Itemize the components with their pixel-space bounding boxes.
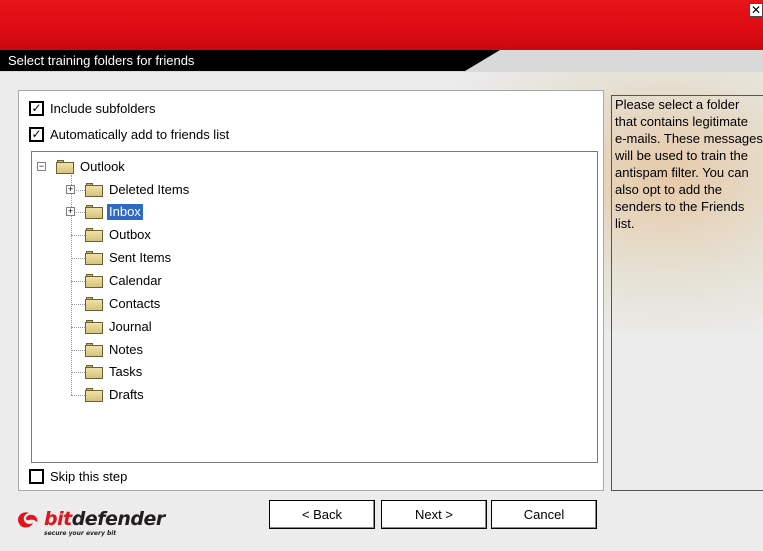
folder-icon bbox=[85, 343, 103, 357]
tree-node-outlook[interactable]: Outlook bbox=[56, 158, 127, 176]
cancel-button[interactable]: Cancel bbox=[491, 500, 597, 529]
folder-icon bbox=[85, 388, 103, 402]
tree-node-label: Drafts bbox=[109, 387, 144, 402]
folder-icon bbox=[85, 183, 103, 197]
tree-connector bbox=[71, 372, 85, 373]
folder-icon bbox=[56, 160, 74, 174]
tree-node-label: Contacts bbox=[109, 296, 161, 311]
skip-step-checkbox[interactable] bbox=[29, 468, 44, 484]
brand-name-part2: defender bbox=[71, 508, 166, 530]
brand-tagline: secure your every bit bbox=[44, 530, 117, 537]
include-subfolders-option[interactable]: ✓ Include subfolders bbox=[29, 99, 156, 117]
folder-icon bbox=[85, 297, 103, 311]
tree-node-outbox[interactable]: Outbox bbox=[85, 226, 153, 244]
bitdefender-logo: bitdefender secure your every bit bbox=[14, 503, 165, 541]
tree-node-tasks[interactable]: Tasks bbox=[85, 363, 144, 381]
folder-icon bbox=[85, 228, 103, 242]
auto-add-friends-option[interactable]: ✓ Automatically add to friends list bbox=[29, 125, 229, 143]
expand-toggle[interactable]: + bbox=[66, 207, 75, 216]
next-button[interactable]: Next > bbox=[381, 500, 487, 529]
tree-node-label: Outlook bbox=[80, 159, 125, 174]
folder-icon bbox=[85, 365, 103, 379]
tree-node-label: Journal bbox=[109, 319, 152, 334]
include-subfolders-label: Include subfolders bbox=[50, 100, 156, 116]
close-icon: ✕ bbox=[750, 3, 762, 17]
auto-add-friends-label: Automatically add to friends list bbox=[50, 126, 230, 142]
back-button[interactable]: < Back bbox=[269, 500, 375, 529]
tree-node-calendar[interactable]: Calendar bbox=[85, 272, 164, 290]
bitdefender-logo-icon bbox=[18, 512, 38, 528]
folder-icon bbox=[85, 274, 103, 288]
tree-connector bbox=[71, 258, 85, 259]
auto-add-friends-checkbox[interactable]: ✓ bbox=[29, 126, 44, 142]
tree-node-label: Notes bbox=[109, 342, 143, 357]
folder-icon bbox=[85, 320, 103, 334]
folder-icon bbox=[85, 205, 103, 219]
tree-node-label: Outbox bbox=[109, 227, 151, 242]
tree-connector bbox=[71, 350, 85, 351]
collapse-toggle[interactable]: − bbox=[37, 162, 46, 171]
tree-node-notes[interactable]: Notes bbox=[85, 341, 145, 359]
tree-node-label: Inbox bbox=[107, 204, 143, 220]
tree-connector bbox=[71, 395, 85, 396]
expand-toggle[interactable]: + bbox=[66, 185, 75, 194]
include-subfolders-checkbox[interactable]: ✓ bbox=[29, 100, 44, 116]
help-text: Please select a folder that contains leg… bbox=[615, 97, 763, 231]
title-bar bbox=[0, 0, 763, 50]
tree-connector bbox=[71, 327, 85, 328]
folder-icon bbox=[85, 251, 103, 265]
tree-connector bbox=[71, 235, 85, 236]
tree-node-contacts[interactable]: Contacts bbox=[85, 295, 162, 313]
tree-node-deleted-items[interactable]: Deleted Items bbox=[85, 181, 191, 199]
tree-connector bbox=[71, 281, 85, 282]
skip-step-label: Skip this step bbox=[50, 468, 128, 484]
tree-connector bbox=[71, 304, 85, 305]
page-title: Select training folders for friends bbox=[8, 53, 195, 68]
tree-node-journal[interactable]: Journal bbox=[85, 318, 154, 336]
tree-node-label: Deleted Items bbox=[109, 182, 190, 197]
close-button[interactable]: ✕ bbox=[749, 3, 763, 17]
tree-node-label: Sent Items bbox=[109, 250, 172, 265]
tree-node-drafts[interactable]: Drafts bbox=[85, 386, 146, 404]
brand-name: bitdefender bbox=[44, 508, 165, 530]
skip-step-option[interactable]: Skip this step bbox=[29, 467, 127, 485]
tree-node-label: Tasks bbox=[109, 364, 143, 379]
brand-name-part1: bit bbox=[44, 508, 72, 530]
tree-node-inbox[interactable]: Inbox bbox=[85, 203, 143, 221]
tree-node-sent-items[interactable]: Sent Items bbox=[85, 249, 173, 267]
tree-node-label: Calendar bbox=[109, 273, 162, 288]
